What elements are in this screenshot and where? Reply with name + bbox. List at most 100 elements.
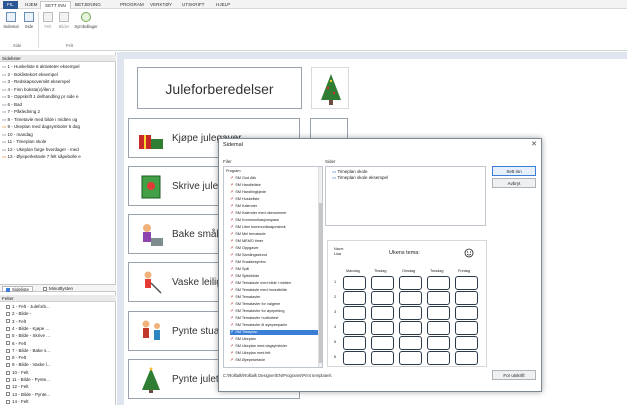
file-list-item[interactable]: ↗ SM Mel tematavle xyxy=(230,232,266,237)
field-icon xyxy=(6,355,10,360)
file-list-item[interactable]: ↗ SM Tematavle med bilde i midten xyxy=(230,281,291,286)
file-list-item[interactable]: ↗ SM Timeplan xyxy=(230,330,318,335)
field-list-item[interactable]: 8 - Felt xyxy=(6,355,118,362)
christmas-tree-icon xyxy=(142,367,160,393)
file-list-item[interactable]: ↗ SM Handlingkjede xyxy=(230,190,266,195)
file-list-item[interactable]: ↗ SM Huskeliste xyxy=(230,197,259,202)
template-arrow-icon: ↗ xyxy=(230,337,234,341)
page-icon: ▭ xyxy=(332,175,337,180)
file-list-item[interactable]: ↗ SM Tematavler xyxy=(230,295,260,300)
preview-cell xyxy=(371,291,394,305)
field-list-item[interactable]: 7 - Bilde - Bake s... xyxy=(6,348,118,355)
file-list-item[interactable]: ↗ SM Snakkesymbo xyxy=(230,260,266,265)
menu-tab-operation[interactable]: BETJENING xyxy=(71,1,105,9)
scrollbar-thumb[interactable] xyxy=(319,203,322,363)
file-list-scrollbar[interactable] xyxy=(318,167,322,367)
sidebar-item-page[interactable]: ▭ 4 - Finn boksta(v)/ilen 2 xyxy=(2,87,114,94)
file-list-item[interactable]: ↗ SM Liten kommunikasjonsbok xyxy=(230,225,286,230)
field-list-item[interactable]: 2 - Bilde - xyxy=(6,311,118,318)
template-arrow-icon: ↗ xyxy=(230,316,234,320)
menu-tab-program[interactable]: PROGRAM xyxy=(116,1,148,9)
left-panel: Sidelister ▭ 1 - Huskeliste 6 aktivitete… xyxy=(0,52,116,405)
sidebar-item-page[interactable]: ▭ 8 - Timetavle med bilde i midten og xyxy=(2,117,114,124)
file-list-item[interactable]: ↗ SM Kommunikasjonspass xyxy=(230,218,279,223)
file-folder-item[interactable]: Program xyxy=(226,169,241,174)
menu-tab-insert[interactable]: SETT INN xyxy=(40,1,71,9)
file-list-item[interactable]: ↗ SM MEMO timer xyxy=(230,239,263,244)
sidebar-item-page[interactable]: ▭ 1 - Huskeliste 6 aktiviteter eksempel xyxy=(2,64,114,71)
field-list-item[interactable]: 1 - Felt - Juleforb... xyxy=(6,304,118,311)
field-list-item[interactable]: 9 - Bilde - Vaske l... xyxy=(6,362,118,369)
template-arrow-icon: ↗ xyxy=(230,309,234,313)
sidebar-item-page[interactable]: ▭ 3 - Redskapsoversikt eksempel xyxy=(2,79,114,86)
sidebar-item-page[interactable]: ▭ 2 - Boklistekort eksempel xyxy=(2,72,114,79)
menu-tab-help[interactable]: HJELP xyxy=(212,1,234,9)
field-list-item[interactable]: 12 - Felt xyxy=(6,384,118,391)
preview-cell xyxy=(371,276,394,290)
page-template-button[interactable]: Sidemal xyxy=(3,12,19,29)
field-icon xyxy=(6,304,10,309)
sidebar-item-page[interactable]: ▭ 6 - Bad xyxy=(2,102,114,109)
file-list-item[interactable]: ↗ SM Ukeplan xyxy=(230,337,256,342)
cancel-button[interactable]: Avbryt xyxy=(492,178,536,188)
field-list-item[interactable]: 6 - Felt xyxy=(6,341,118,348)
field-list-item[interactable]: 11 - Bilde - Pynte... xyxy=(6,377,118,384)
ribbon-divider xyxy=(38,12,39,48)
file-list-item[interactable]: ↗ SM Øyepeketavle xyxy=(230,358,265,363)
tab-page-list[interactable]: Sideliste xyxy=(2,286,34,292)
file-list-item[interactable]: ↗ SM Sjekkbilde xyxy=(230,274,259,279)
sidebar-item-page[interactable]: ▭ 12 - Ukeplan farge hverdager - med xyxy=(2,147,114,154)
sidebar-item-page[interactable]: ▭ 10 - mandag xyxy=(2,132,114,139)
preview-cell xyxy=(399,276,422,290)
file-list-item[interactable]: ↗ SM Tematavler for valgene xyxy=(230,302,280,307)
symbol-library-button[interactable]: Symbollager xyxy=(74,12,98,29)
sidebar-item-page[interactable]: ▭ 9 - Ukeplan med dagsymboler 5 dag xyxy=(2,124,114,131)
file-list-item[interactable]: ↗ SM Tematavler for øyepeking xyxy=(230,309,285,314)
template-arrow-icon: ↗ xyxy=(230,351,234,355)
field-list-item[interactable]: 13 - Bilde - Pynte... xyxy=(6,392,118,399)
file-list-item[interactable]: ↗ SM Tematavler hurtiurtest xyxy=(230,316,278,321)
sidebar-item-page[interactable]: ▭ 7 - Påkledning 2 xyxy=(2,109,114,116)
field-list-item[interactable]: 4 - Bilde - Kjøpe ... xyxy=(6,326,118,333)
file-list[interactable]: Program ↗ SM God Alik ↗ SM Handleliste ↗ SM Ha… xyxy=(223,166,323,368)
preview-cell xyxy=(427,351,450,365)
christmas-tree-icon xyxy=(321,74,341,105)
sidebar-item-page[interactable]: ▭ 5 - Oppskrift 1 delhandling pr side e xyxy=(2,94,114,101)
tab-minutes[interactable]: Minuttlysten xyxy=(40,286,76,292)
file-list-item[interactable]: ↗ SM Kalender med ukenummer xyxy=(230,211,287,216)
preview-cell xyxy=(343,306,366,320)
field-list-item[interactable]: 3 - Felt xyxy=(6,319,118,326)
menu-tab-print[interactable]: UTSKRIFT xyxy=(178,1,208,9)
menu-tab-tools[interactable]: VERKTØY xyxy=(146,1,176,9)
file-list-item[interactable]: ↗ SM Tematavler til øyepeepanin xyxy=(230,323,287,328)
field-list-item[interactable]: 10 - Felt xyxy=(6,370,118,377)
file-list-item[interactable]: ↗ SM Ukeplan med felt xyxy=(230,351,270,356)
file-list-item[interactable]: ↗ SM Handleliste xyxy=(230,183,261,188)
sidebar-item-page[interactable]: ▭ 11 - Timeplan skole xyxy=(2,139,114,146)
list-item[interactable]: ▭ Timeplan skole eksempel xyxy=(332,175,388,181)
pages-list[interactable]: ▭ Timeplan skole ▭ Timeplan skole eksemp… xyxy=(325,166,486,226)
gifts-icon xyxy=(139,135,163,149)
file-list-item[interactable]: ↗ SM God Alik xyxy=(230,176,256,181)
sidebar-item-page[interactable]: ▭ 13 - Øyeperketavle 7 felt såpebolle e xyxy=(2,154,114,161)
christmas-tree-image[interactable] xyxy=(311,67,349,109)
file-list-item[interactable]: ↗ SM Ukeplan med dagsymboler xyxy=(230,344,287,349)
file-list-item[interactable]: ↗ SM Samlingsstund xyxy=(230,253,267,258)
menu-tab-home[interactable]: HJEM xyxy=(21,1,42,9)
file-list-item[interactable]: ↗ SM Tematavle med hovedbilde xyxy=(230,288,287,293)
menu-tab-file[interactable]: FIL xyxy=(3,1,18,9)
insert-button[interactable]: Sett inn xyxy=(492,166,536,176)
for-print-button[interactable]: For utskrift xyxy=(492,370,536,380)
file-list-item[interactable]: ↗ SM Oppgaver xyxy=(230,246,259,251)
field-list-item[interactable]: 14 - Felt xyxy=(6,399,118,405)
images-button[interactable]: Bilder xyxy=(56,12,72,29)
page-title-field[interactable]: Juleforberedelser xyxy=(137,67,302,109)
file-list-item[interactable]: ↗ SM Spill xyxy=(230,267,249,272)
page-button[interactable]: Side xyxy=(21,12,37,29)
file-list-item[interactable]: ↗ SM Kalender xyxy=(230,204,257,209)
close-icon[interactable]: ✕ xyxy=(529,140,539,150)
field-list-item[interactable]: 5 - Bilde - Skrive ... xyxy=(6,333,118,340)
field-button[interactable]: Felt xyxy=(40,12,56,29)
template-arrow-icon: ↗ xyxy=(230,246,234,250)
menu-bar: FIL HJEM SETT INN BETJENING PROGRAM VERK… xyxy=(0,0,627,9)
